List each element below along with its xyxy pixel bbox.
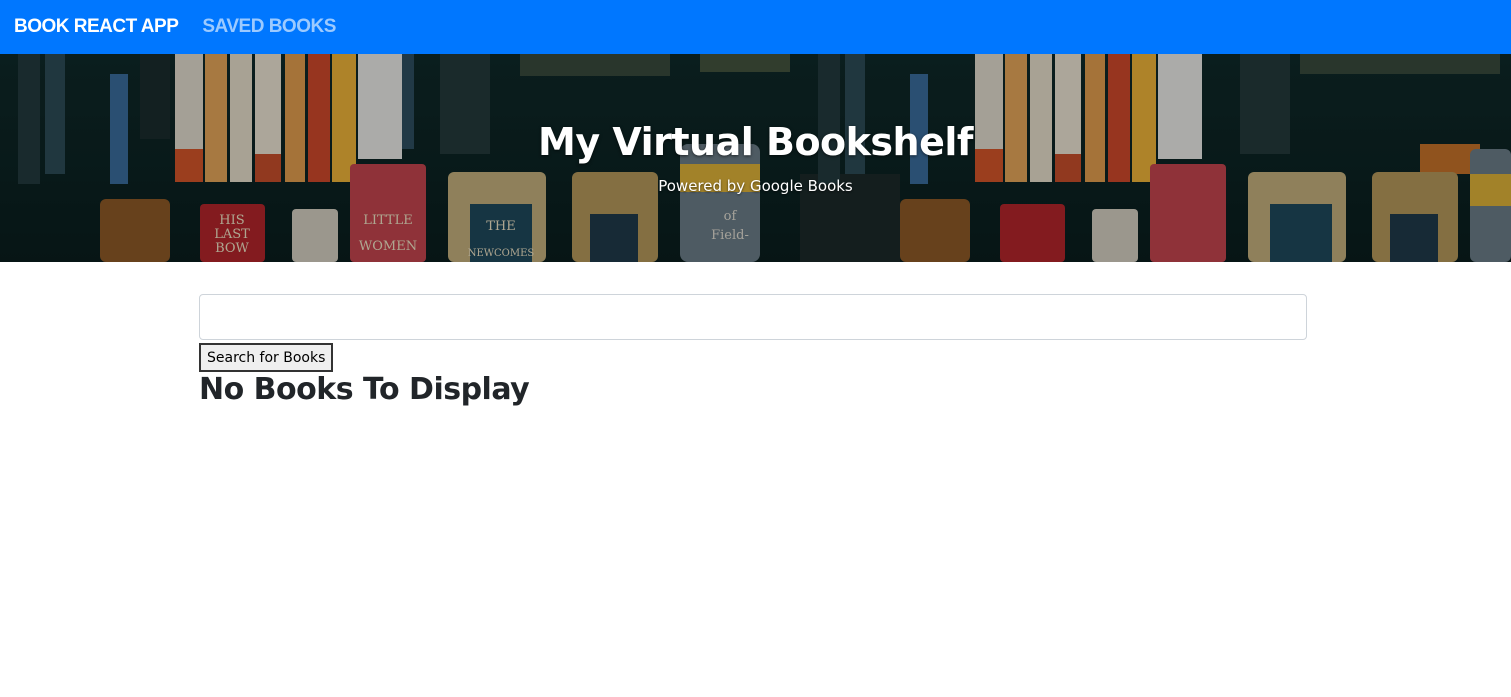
hero-subtitle: Powered by Google Books [658, 177, 853, 195]
hero-banner: HIS LAST BOW LITTLE WOMEN THE NEWCOMES o… [0, 54, 1511, 262]
hero-title: My Virtual Bookshelf [538, 120, 973, 164]
search-for-books-button[interactable]: Search for Books [199, 343, 334, 372]
no-books-message: No Books To Display [199, 372, 530, 407]
top-navbar: BOOK REACT APP SAVED BOOKS [0, 0, 1511, 54]
book-search-input[interactable] [199, 294, 1307, 340]
brand-link[interactable]: BOOK REACT APP [14, 16, 179, 38]
nav-link-saved-books[interactable]: SAVED BOOKS [202, 16, 336, 38]
